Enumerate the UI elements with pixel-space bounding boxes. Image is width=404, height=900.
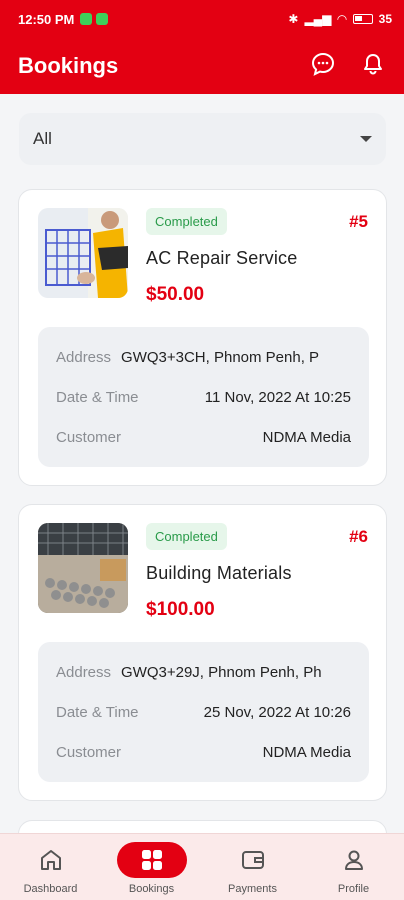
- booking-details: Address GWQ3+3CH, Phnom Penh, P Date & T…: [38, 327, 369, 467]
- address-row: Address GWQ3+29J, Phnom Penh, Ph: [56, 661, 351, 683]
- service-name: Building Materials: [146, 563, 292, 583]
- nav-bookings[interactable]: Bookings: [101, 834, 202, 900]
- wallet-icon: [218, 842, 288, 878]
- wifi-icon: ◠: [337, 12, 347, 26]
- customer-value: NDMA Media: [262, 743, 351, 761]
- battery-level: 35: [378, 12, 392, 26]
- datetime-row: Date & Time 11 Nov, 2022 At 10:25: [56, 386, 351, 408]
- nav-label: Profile: [337, 883, 370, 895]
- signal-icon: ▂▄▆: [304, 12, 332, 26]
- datetime-value: 25 Nov, 2022 At 10:26: [203, 703, 351, 721]
- notification-app-icon: [80, 13, 93, 25]
- bookings-icon: [116, 842, 187, 878]
- nav-label: Bookings: [128, 883, 175, 895]
- filter-selected-value: All: [33, 129, 52, 148]
- notification-app-icon: [96, 13, 109, 25]
- status-badge: Completed: [146, 523, 227, 550]
- customer-row: Customer NDMA Media: [56, 426, 351, 448]
- chevron-down-icon: [360, 136, 372, 142]
- datetime-label: Date & Time: [56, 703, 139, 721]
- customer-label: Customer: [56, 743, 122, 761]
- app-bar: Bookings: [0, 38, 404, 94]
- address-label: Address: [56, 663, 112, 681]
- chat-icon[interactable]: [310, 51, 336, 82]
- booking-number: #5: [349, 212, 368, 231]
- nav-profile[interactable]: Profile: [303, 834, 404, 900]
- nav-label: Payments: [228, 883, 277, 895]
- nav-dashboard[interactable]: Dashboard: [0, 834, 101, 900]
- profile-icon: [319, 842, 389, 878]
- bottom-navigation: Dashboard Bookings Payments Profile: [0, 833, 404, 900]
- status-badge: Completed: [146, 208, 227, 235]
- address-row: Address GWQ3+3CH, Phnom Penh, P: [56, 346, 351, 368]
- nav-payments[interactable]: Payments: [202, 834, 303, 900]
- datetime-label: Date & Time: [56, 388, 139, 406]
- service-image-ac-repair: [38, 208, 128, 298]
- service-price: $50.00: [146, 284, 205, 305]
- status-time: 12:50 PM: [18, 11, 75, 27]
- page-title: Bookings: [18, 53, 119, 78]
- booking-number: #6: [349, 527, 368, 546]
- booking-card[interactable]: Completed #6 Building Materials $100.00 …: [18, 504, 387, 801]
- home-icon: [16, 842, 86, 878]
- booking-card[interactable]: Completed #5 AC Repair Service $50.00 Ad…: [18, 189, 387, 486]
- service-image-building-materials: [38, 523, 128, 613]
- status-bar: 12:50 PM ✱ ▂▄▆ ◠ 35: [0, 0, 404, 38]
- bell-icon[interactable]: [360, 51, 386, 82]
- battery-icon: [352, 14, 373, 24]
- status-filter-dropdown[interactable]: All: [19, 113, 386, 165]
- datetime-value: 11 Nov, 2022 At 10:25: [204, 388, 351, 406]
- status-indicators: ✱ ▂▄▆ ◠ 35: [288, 12, 392, 26]
- datetime-row: Date & Time 25 Nov, 2022 At 10:26: [56, 701, 351, 723]
- service-price: $100.00: [146, 599, 215, 620]
- address-value: GWQ3+3CH, Phnom Penh, P: [121, 348, 320, 366]
- customer-row: Customer NDMA Media: [56, 741, 351, 763]
- nav-label: Dashboard: [23, 883, 78, 895]
- address-label: Address: [56, 348, 112, 366]
- address-value: GWQ3+29J, Phnom Penh, Ph: [121, 663, 322, 681]
- booking-details: Address GWQ3+29J, Phnom Penh, Ph Date & …: [38, 642, 369, 782]
- customer-value: NDMA Media: [262, 428, 351, 446]
- customer-label: Customer: [56, 428, 122, 446]
- bluetooth-icon: ✱: [288, 12, 299, 26]
- service-name: AC Repair Service: [146, 248, 298, 268]
